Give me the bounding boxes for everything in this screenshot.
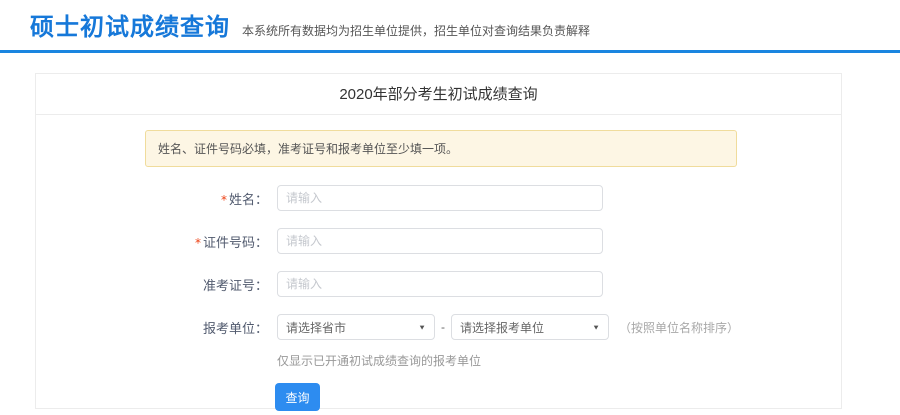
- form-row-name: *姓名：: [36, 185, 841, 211]
- notice-banner: 姓名、证件号码必填，准考证号和报考单位至少填一项。: [145, 130, 737, 167]
- id-number-label-text: 证件号码：: [203, 235, 268, 250]
- unit-label: 报考单位：: [36, 318, 268, 337]
- query-form: *姓名： *证件号码： 准考证号： 报考单位：: [36, 185, 841, 411]
- id-number-label: *证件号码：: [36, 232, 268, 251]
- province-select[interactable]: 请选择省市 ▼: [277, 314, 435, 340]
- province-select-value: 请选择省市: [286, 319, 346, 336]
- unit-select[interactable]: 请选择报考单位 ▼: [451, 314, 609, 340]
- ticket-label: 准考证号：: [36, 275, 268, 294]
- unit-control: 请选择省市 ▼ - 请选择报考单位 ▼ （按照单位名称排序）: [277, 314, 739, 340]
- name-label: *姓名：: [36, 189, 268, 208]
- id-number-control: [277, 228, 603, 254]
- select-separator: -: [441, 320, 445, 334]
- site-disclaimer: 本系统所有数据均为招生单位提供，招生单位对查询结果负责解释: [242, 22, 590, 39]
- unit-label-text: 报考单位：: [203, 321, 268, 336]
- name-label-text: 姓名：: [229, 192, 268, 207]
- form-row-id-number: *证件号码：: [36, 228, 841, 254]
- page: 硕士初试成绩查询 本系统所有数据均为招生单位提供，招生单位对查询结果负责解释 2…: [0, 0, 900, 409]
- ticket-input[interactable]: [277, 271, 603, 297]
- form-row-unit: 报考单位： 请选择省市 ▼ - 请选择报考单位 ▼ （按照单位名称排序）: [36, 314, 841, 340]
- unit-availability-hint: 仅显示已开通初试成绩查询的报考单位: [277, 352, 841, 369]
- required-asterisk: *: [195, 236, 201, 250]
- ticket-control: [277, 271, 603, 297]
- query-panel: 2020年部分考生初试成绩查询 姓名、证件号码必填，准考证号和报考单位至少填一项…: [35, 73, 842, 409]
- ticket-label-text: 准考证号：: [203, 278, 268, 293]
- unit-select-value: 请选择报考单位: [460, 319, 544, 336]
- name-control: [277, 185, 603, 211]
- panel-title: 2020年部分考生初试成绩查询: [36, 74, 841, 115]
- id-number-input[interactable]: [277, 228, 603, 254]
- site-title: 硕士初试成绩查询: [30, 16, 230, 40]
- form-row-ticket: 准考证号：: [36, 271, 841, 297]
- query-button[interactable]: 查询: [275, 383, 320, 411]
- chevron-down-icon: ▼: [418, 323, 426, 331]
- header: 硕士初试成绩查询 本系统所有数据均为招生单位提供，招生单位对查询结果负责解释: [0, 0, 900, 53]
- chevron-down-icon: ▼: [592, 323, 600, 331]
- required-asterisk: *: [221, 193, 227, 207]
- name-input[interactable]: [277, 185, 603, 211]
- sort-order-note: （按照单位名称排序）: [619, 319, 739, 336]
